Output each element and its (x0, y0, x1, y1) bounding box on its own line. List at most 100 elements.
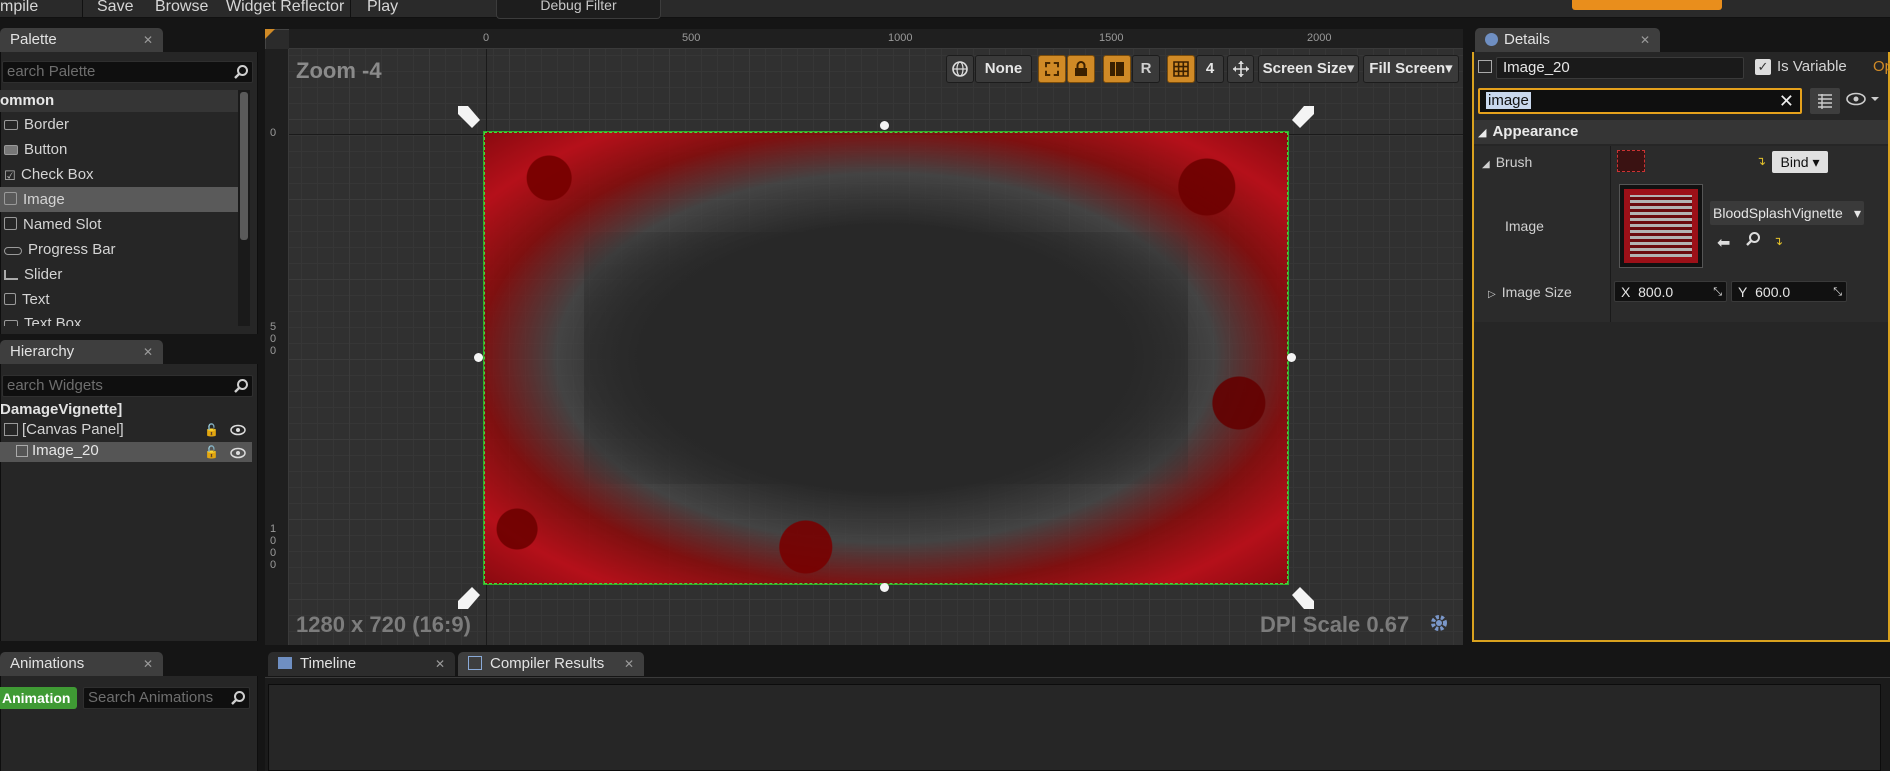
close-icon[interactable]: ✕ (143, 652, 153, 676)
resize-handle-top[interactable] (880, 121, 889, 130)
palette-item-button[interactable]: Button (0, 137, 238, 162)
tab-hierarchy[interactable]: Hierarchy ✕ (0, 340, 163, 364)
screen-size-dropdown[interactable]: Screen Size▾ (1258, 55, 1359, 83)
grid-snap-icon[interactable] (1167, 55, 1195, 83)
close-icon[interactable]: ✕ (435, 652, 445, 676)
close-icon[interactable]: ✕ (1640, 28, 1650, 52)
use-selected-arrow-icon[interactable]: ⬅ (1717, 233, 1730, 253)
ruler-top[interactable]: 0 500 1000 1500 2000 (289, 29, 1463, 49)
timeline-tab-label: Timeline (300, 655, 357, 672)
resize-handle-right[interactable] (1287, 353, 1296, 362)
widget-reflector-button[interactable]: Widget Reflector (226, 0, 344, 17)
tab-details[interactable]: Details ✕ (1475, 28, 1660, 52)
section-appearance[interactable]: ◢ Appearance (1474, 120, 1888, 144)
palette-item-text-box[interactable]: Text Box (0, 312, 238, 326)
palette-item-border[interactable]: Border (0, 112, 238, 137)
tab-palette[interactable]: Palette ✕ (0, 28, 163, 52)
ruler-label: 1500 (1099, 32, 1124, 44)
close-icon[interactable]: ✕ (143, 340, 153, 364)
palette-item-text[interactable]: Text (0, 287, 238, 312)
dpi-scale-readout: DPI Scale 0.67 (1260, 612, 1410, 637)
palette-item-label: Text Box (24, 315, 82, 326)
tab-timeline[interactable]: Timeline ✕ (268, 652, 455, 676)
selection-box-icon[interactable] (1038, 55, 1066, 83)
image-size-y-input[interactable]: Y 600.0 ⤡ (1731, 281, 1847, 302)
r-toggle[interactable]: R (1132, 55, 1160, 83)
hierarchy-search-input[interactable]: earch Widgets (2, 375, 253, 397)
reset-arrow-icon[interactable]: ↴ (1773, 235, 1783, 247)
close-icon[interactable]: ✕ (143, 28, 153, 52)
close-icon[interactable]: ✕ (624, 652, 634, 676)
palette-item-checkbox[interactable]: ☑ Check Box (0, 162, 238, 187)
is-variable-checkbox[interactable]: ✓ (1755, 59, 1771, 75)
palette-search-input[interactable]: earch Palette (2, 61, 253, 83)
anchor-handle-bottom-right[interactable] (1288, 583, 1316, 611)
anchor-handle-top-right[interactable] (1288, 104, 1316, 132)
none-dropdown[interactable]: None (975, 55, 1032, 83)
visibility-eye-icon[interactable] (230, 446, 246, 463)
view-options-eye-icon[interactable] (1846, 92, 1886, 112)
image-size-label[interactable]: ▷ Image Size (1488, 284, 1572, 300)
scrollbar-thumb[interactable] (240, 92, 248, 240)
move-arrows-icon[interactable] (1227, 55, 1254, 83)
brush-preview-swatch[interactable] (1617, 150, 1645, 172)
hierarchy-root[interactable]: DamageVignette] (0, 401, 122, 418)
visibility-eye-icon[interactable] (230, 423, 246, 437)
palette-item-named-slot[interactable]: Named Slot (0, 212, 238, 237)
gear-icon[interactable] (1428, 612, 1450, 634)
ruler-label: 1000 (888, 32, 913, 44)
brush-label[interactable]: ◢ Brush (1482, 154, 1532, 170)
browse-search-icon[interactable] (1745, 231, 1761, 251)
browse-button[interactable]: Browse (155, 0, 208, 17)
lock-icon[interactable] (1067, 55, 1095, 83)
clear-search-icon[interactable]: ✕ (1779, 90, 1794, 112)
collapse-arrow-icon: ◢ (1478, 127, 1487, 139)
reset-arrow-icon[interactable]: ↴ (1756, 155, 1766, 167)
hierarchy-canvas-panel[interactable]: [Canvas Panel] (0, 421, 124, 438)
options-link[interactable]: Op (1873, 58, 1890, 75)
palette-item-progress-bar[interactable]: Progress Bar (0, 237, 238, 262)
thumbnail-preview (1624, 189, 1698, 263)
palette-scrollbar[interactable] (238, 90, 250, 326)
add-animation-button[interactable]: Animation (0, 687, 77, 709)
palette-item-image[interactable]: Image (0, 187, 238, 212)
anchor-handle-top-left[interactable] (456, 104, 484, 132)
compile-button[interactable]: mpile (0, 0, 38, 17)
chevron-down-icon: ▾ (1445, 60, 1453, 77)
palette-category-common[interactable]: ommon (0, 90, 238, 112)
unlock-icon[interactable]: 🔓 (204, 423, 219, 437)
fill-screen-dropdown[interactable]: Fill Screen▾ (1363, 55, 1459, 83)
compiler-results-area (268, 684, 1881, 771)
globe-icon[interactable] (946, 55, 974, 83)
property-matrix-icon[interactable] (1810, 88, 1840, 114)
details-tab-label: Details (1504, 31, 1550, 48)
save-button[interactable]: Save (97, 0, 133, 17)
tab-animations[interactable]: Animations ✕ (0, 652, 163, 676)
chevron-down-icon: ▾ (1812, 154, 1820, 170)
section-label: Appearance (1492, 123, 1579, 140)
animations-search-placeholder: Search Animations (88, 689, 214, 706)
layout-icon[interactable] (1103, 55, 1131, 83)
ruler-left[interactable]: 0 500 1000 (265, 49, 289, 645)
hierarchy-tab-label: Hierarchy (10, 343, 75, 360)
image-thumbnail[interactable] (1619, 184, 1703, 268)
tab-compiler-results[interactable]: Compiler Results ✕ (458, 652, 644, 676)
palette-item-slider[interactable]: Slider (0, 262, 238, 287)
details-search-input[interactable]: image ✕ (1478, 88, 1802, 114)
image-size-x-input[interactable]: X 800.0 ⤡ (1614, 281, 1727, 302)
debug-filter-dropdown[interactable]: Debug Filter (496, 0, 661, 19)
toolbar-orange-button[interactable] (1572, 0, 1722, 10)
resize-arrow-icon: ⤡ (1713, 286, 1722, 298)
ruler-label: 0 (270, 127, 277, 139)
animations-search-input[interactable]: Search Animations (83, 687, 250, 709)
compiler-icon (468, 656, 482, 670)
bind-dropdown[interactable]: Bind ▾ (1772, 151, 1828, 173)
anchor-handle-bottom-left[interactable] (456, 583, 484, 611)
unlock-icon[interactable]: 🔓 (204, 445, 219, 459)
resize-handle-left[interactable] (474, 353, 483, 362)
play-button[interactable]: Play (367, 0, 398, 17)
widget-name-input[interactable]: Image_20 (1496, 57, 1744, 79)
resize-handle-bottom[interactable] (880, 583, 889, 592)
image-asset-dropdown[interactable]: BloodSplashVignette ▾ (1710, 201, 1864, 225)
grid-size-dropdown[interactable]: 4 (1196, 55, 1224, 83)
